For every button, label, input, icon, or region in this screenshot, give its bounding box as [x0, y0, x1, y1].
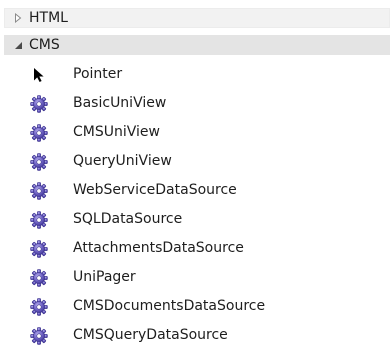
- toolbox-item-attachmentsdatasource[interactable]: AttachmentsDataSource: [0, 234, 392, 263]
- gear-icon: [30, 182, 48, 200]
- gear-icon: [30, 153, 48, 171]
- toolbox-item-cmsdocumentsdatasource[interactable]: CMSDocumentsDataSource: [0, 292, 392, 321]
- toolbox-item-sqldatasource[interactable]: SQLDataSource: [0, 205, 392, 234]
- item-label: Pointer: [73, 66, 123, 82]
- item-label: BasicUniView: [73, 95, 167, 111]
- group-header-cms[interactable]: CMS: [4, 35, 390, 55]
- gear-icon: [30, 211, 48, 229]
- chevron-down-icon[interactable]: [11, 35, 25, 55]
- gear-icon: [30, 327, 48, 345]
- item-label: AttachmentsDataSource: [73, 240, 244, 256]
- group-label-html: HTML: [29, 10, 68, 26]
- toolbox-item-unipager[interactable]: UniPager: [0, 263, 392, 292]
- toolbox-item-pointer[interactable]: Pointer: [0, 60, 392, 89]
- toolbox-item-basicuniview[interactable]: BasicUniView: [0, 89, 392, 118]
- item-label: CMSUniView: [73, 124, 160, 140]
- group-header-html[interactable]: HTML: [4, 8, 390, 28]
- gear-icon: [30, 124, 48, 142]
- toolbox-item-queryuniview[interactable]: QueryUniView: [0, 147, 392, 176]
- group-label-cms: CMS: [29, 37, 60, 53]
- cms-item-list: Pointer BasicUniView CMSUniView QueryUni…: [0, 60, 392, 350]
- gear-icon: [30, 269, 48, 287]
- toolbox-item-cmsuniview[interactable]: CMSUniView: [0, 118, 392, 147]
- item-label: CMSQueryDataSource: [73, 327, 228, 343]
- pointer-icon: [30, 66, 48, 84]
- toolbox-panel: HTML CMS Pointer BasicUniView CMSUniView…: [0, 0, 392, 347]
- item-label: SQLDataSource: [73, 211, 183, 227]
- item-label: CMSDocumentsDataSource: [73, 298, 266, 314]
- gear-icon: [30, 298, 48, 316]
- toolbox-item-webservicedatasource[interactable]: WebServiceDataSource: [0, 176, 392, 205]
- gear-icon: [30, 240, 48, 258]
- item-label: UniPager: [73, 269, 136, 285]
- gear-icon: [30, 95, 48, 113]
- item-label: WebServiceDataSource: [73, 182, 237, 198]
- chevron-right-icon[interactable]: [11, 8, 25, 28]
- item-label: QueryUniView: [73, 153, 172, 169]
- toolbox-item-cmsquerydatasource[interactable]: CMSQueryDataSource: [0, 321, 392, 350]
